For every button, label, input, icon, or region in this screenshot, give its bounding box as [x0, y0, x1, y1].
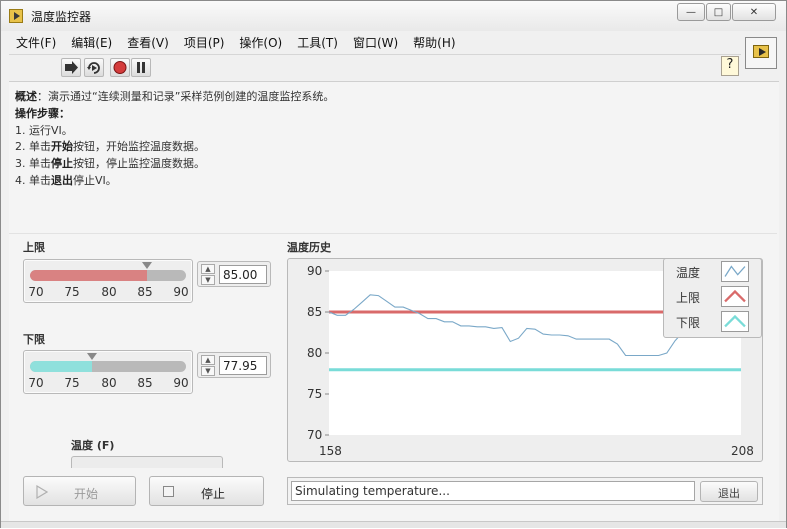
legend-label: 上限 [676, 291, 701, 305]
legend-line-icon [721, 261, 749, 282]
legend-item-temperature[interactable]: 温度 [664, 260, 763, 284]
legend-line-icon [721, 286, 749, 307]
legend-line-icon [721, 311, 749, 332]
stop-icon [163, 486, 174, 497]
y-tick-label: 70 [307, 428, 323, 442]
stop-button-label: 停止 [201, 487, 226, 501]
start-button[interactable]: 开始 [23, 476, 136, 506]
legend-label: 下限 [676, 316, 701, 330]
x-tick-label: 208 [731, 444, 754, 458]
y-tick-label: 80 [307, 346, 323, 360]
stop-button[interactable]: 停止 [149, 476, 264, 506]
start-button-label: 开始 [74, 487, 99, 501]
status-area: Simulating temperature... 退出 [287, 477, 763, 505]
status-text: Simulating temperature... [291, 481, 695, 501]
main-window: 温度监控器 — □ ✕ 文件(F) 编辑(E) 查看(V) 项目(P) 操作(O… [0, 0, 787, 528]
series-line-0 [328, 294, 717, 357]
x-tick-label: 158 [319, 444, 342, 458]
y-tick-label: 85 [307, 305, 323, 319]
legend-item-lower-limit[interactable]: 下限 [664, 310, 763, 334]
y-tick-label: 75 [307, 387, 323, 401]
exit-button[interactable]: 退出 [700, 481, 758, 502]
legend-label: 温度 [676, 266, 701, 280]
y-tick-label: 90 [307, 264, 323, 278]
window-bottom-edge [1, 521, 786, 528]
legend-item-upper-limit[interactable]: 上限 [664, 285, 763, 309]
play-icon [36, 485, 48, 499]
chart-legend: 温度 上限 下限 [663, 258, 762, 338]
